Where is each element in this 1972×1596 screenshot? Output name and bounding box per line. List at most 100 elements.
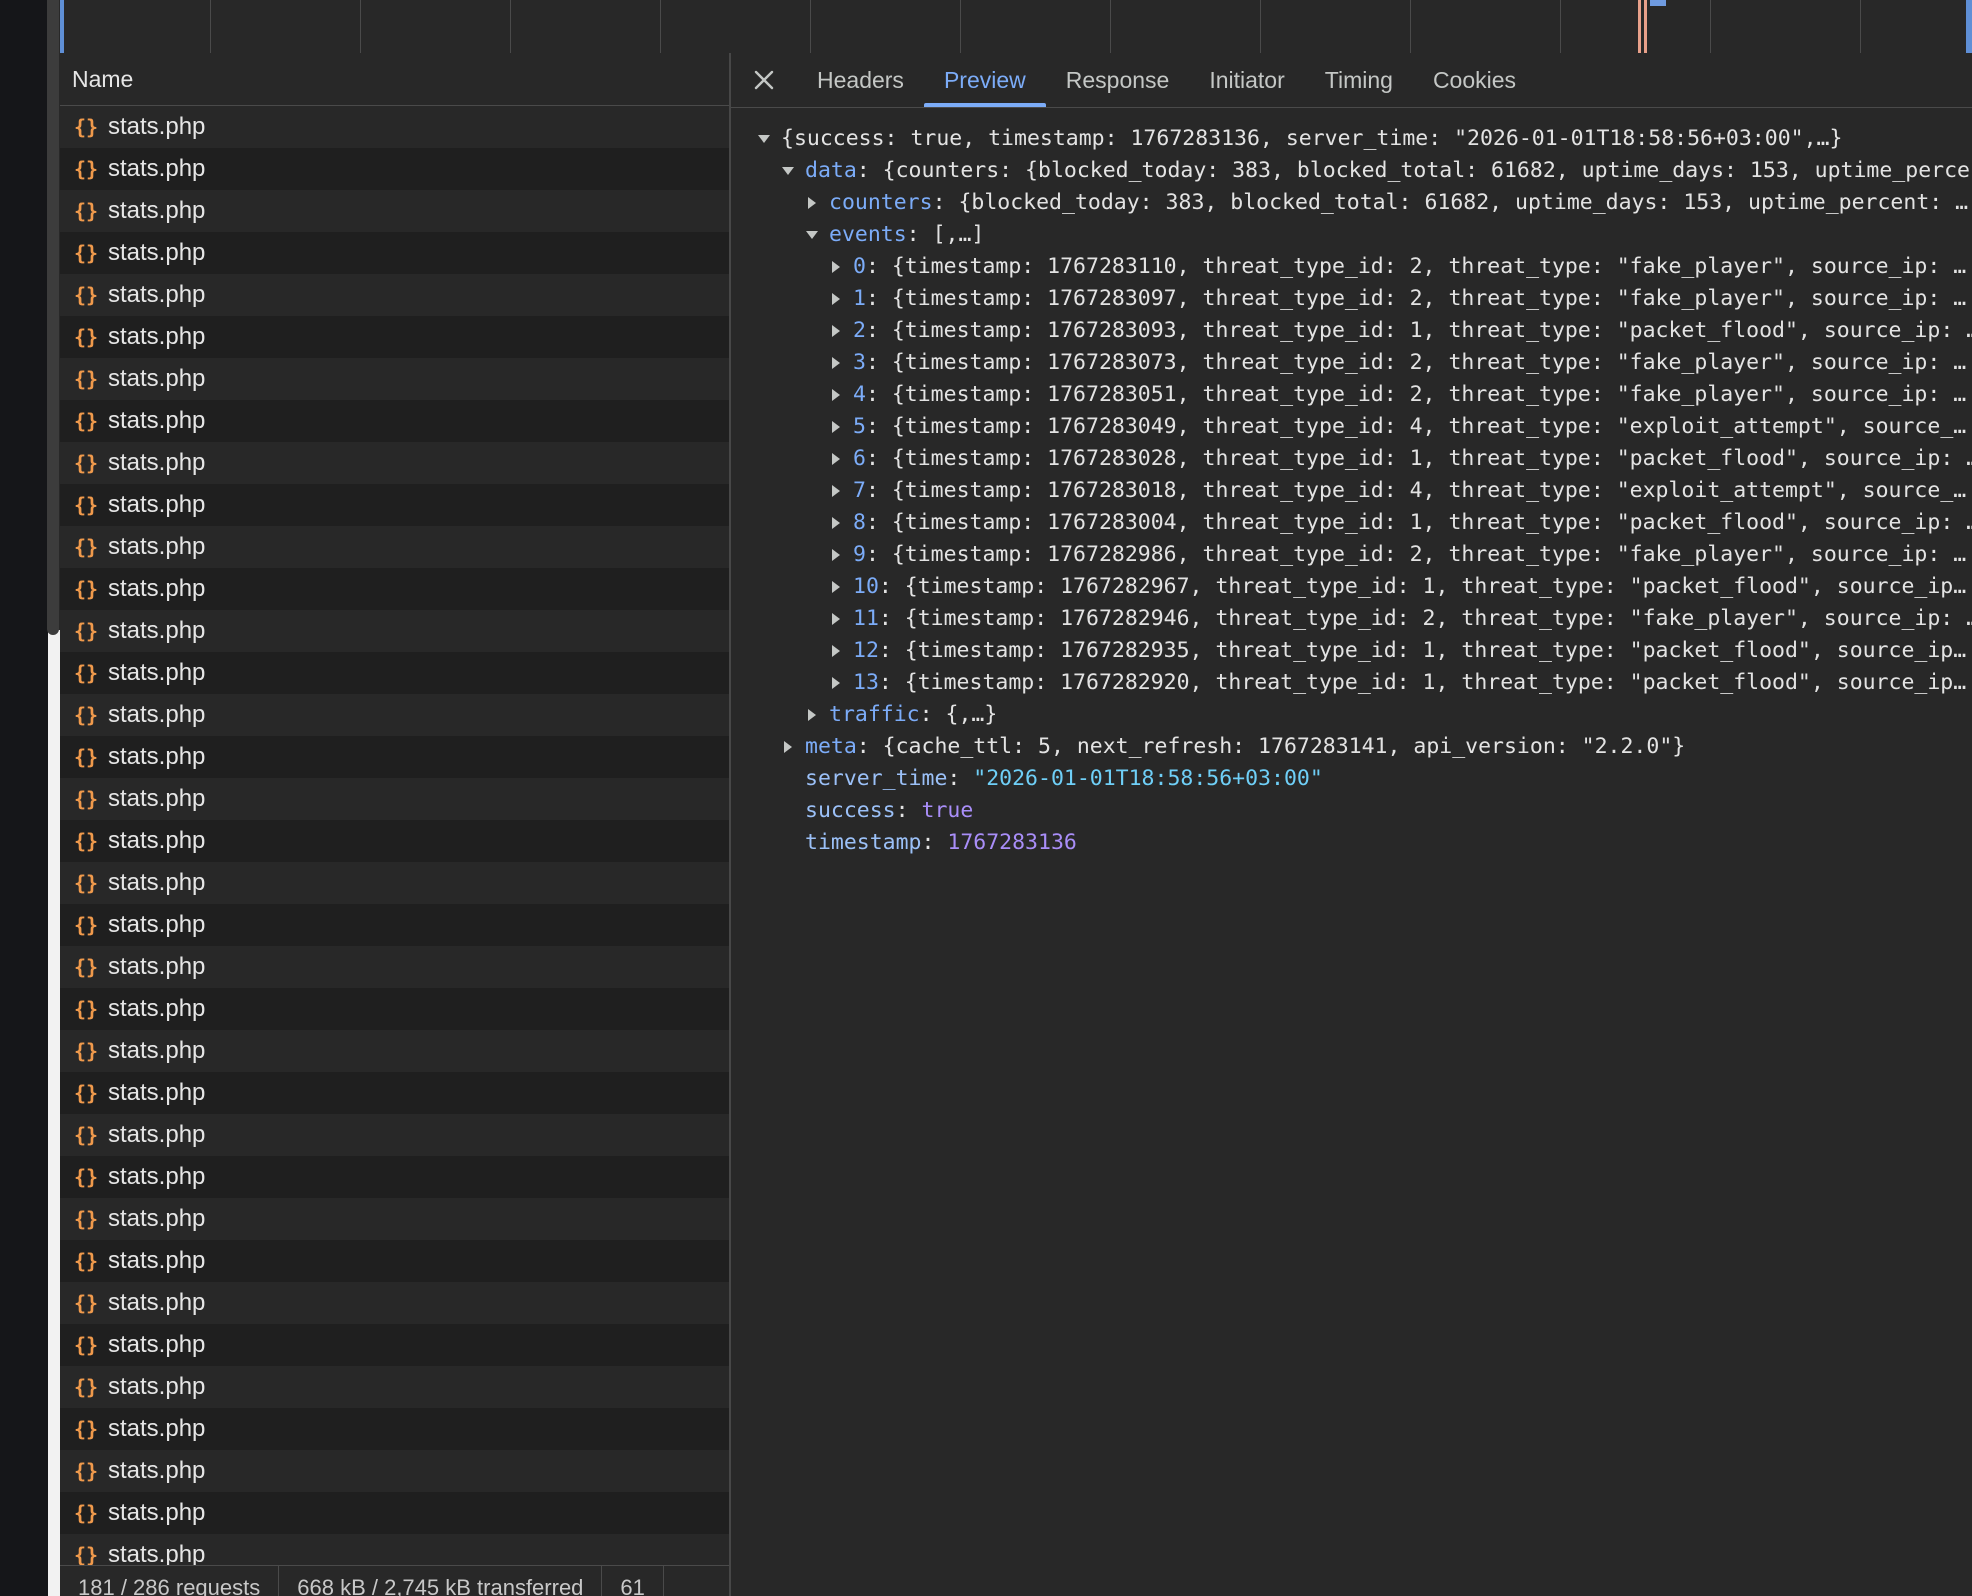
json-node-events[interactable]: events: [,…] [731, 219, 1972, 251]
json-node-traffic[interactable]: traffic: {,…} [731, 699, 1972, 731]
request-row[interactable]: {} stats.php [60, 1156, 729, 1198]
request-row[interactable]: {} stats.php [60, 316, 729, 358]
request-row[interactable]: {} stats.php [60, 736, 729, 778]
request-row[interactable]: {} stats.php [60, 988, 729, 1030]
json-node-event[interactable]: 9: {timestamp: 1767282986, threat_type_i… [731, 539, 1972, 571]
json-root-node[interactable]: {success: true, timestamp: 1767283136, s… [731, 123, 1972, 155]
timeline-grid-line [210, 0, 211, 53]
request-row[interactable]: {} stats.php [60, 358, 729, 400]
json-node-event[interactable]: 2: {timestamp: 1767283093, threat_type_i… [731, 315, 1972, 347]
json-node-event[interactable]: 10: {timestamp: 1767282967, threat_type_… [731, 571, 1972, 603]
request-row[interactable]: {} stats.php [60, 274, 729, 316]
tab-initiator[interactable]: Initiator [1189, 53, 1304, 107]
request-row[interactable]: {} stats.php [60, 190, 729, 232]
request-row[interactable]: {} stats.php [60, 442, 729, 484]
json-node-event[interactable]: 4: {timestamp: 1767283051, threat_type_i… [731, 379, 1972, 411]
expand-triangle-right-icon[interactable] [829, 356, 843, 370]
json-braces-icon: {} [73, 619, 99, 643]
name-column-header[interactable]: Name [60, 53, 729, 106]
tab-headers[interactable]: Headers [797, 53, 924, 107]
json-leaf-timestamp[interactable]: timestamp: 1767283136 [731, 827, 1972, 859]
request-row[interactable]: {} stats.php [60, 1450, 729, 1492]
tab-response[interactable]: Response [1046, 53, 1190, 107]
json-node-event[interactable]: 1: {timestamp: 1767283097, threat_type_i… [731, 283, 1972, 315]
request-name: stats.php [108, 869, 206, 896]
tab-cookies[interactable]: Cookies [1413, 53, 1536, 107]
request-row[interactable]: {} stats.php [60, 904, 729, 946]
expand-triangle-right-icon[interactable] [829, 260, 843, 274]
request-row[interactable]: {} stats.php [60, 400, 729, 442]
expand-triangle-right-icon[interactable] [781, 740, 795, 754]
expand-triangle-down-icon[interactable] [757, 132, 771, 146]
json-node-meta[interactable]: meta: {cache_ttl: 5, next_refresh: 17672… [731, 731, 1972, 763]
expand-triangle-right-icon[interactable] [829, 324, 843, 338]
expand-triangle-right-icon[interactable] [829, 484, 843, 498]
request-row[interactable]: {} stats.php [60, 568, 729, 610]
request-row[interactable]: {} stats.php [60, 1198, 729, 1240]
request-name: stats.php [108, 155, 206, 182]
json-node-event[interactable]: 0: {timestamp: 1767283110, threat_type_i… [731, 251, 1972, 283]
expand-triangle-right-icon[interactable] [829, 420, 843, 434]
request-row[interactable]: {} stats.php [60, 862, 729, 904]
request-name: stats.php [108, 1289, 206, 1316]
close-icon[interactable] [731, 53, 797, 107]
request-row[interactable]: {} stats.php [60, 1366, 729, 1408]
request-row[interactable]: {} stats.php [60, 820, 729, 862]
expand-triangle-right-icon[interactable] [829, 516, 843, 530]
left-scrollbar-thumb[interactable] [47, 0, 59, 635]
json-node-event[interactable]: 11: {timestamp: 1767282946, threat_type_… [731, 603, 1972, 635]
request-row[interactable]: {} stats.php [60, 1030, 729, 1072]
json-node-event[interactable]: 8: {timestamp: 1767283004, threat_type_i… [731, 507, 1972, 539]
json-summary: {timestamp: 1767283110, threat_type_id: … [891, 254, 1967, 279]
expand-triangle-right-icon[interactable] [829, 452, 843, 466]
expand-triangle-right-icon[interactable] [829, 388, 843, 402]
json-node-event[interactable]: 13: {timestamp: 1767282920, threat_type_… [731, 667, 1972, 699]
expand-triangle-right-icon[interactable] [829, 612, 843, 626]
request-row[interactable]: {} stats.php [60, 526, 729, 568]
json-key: server_time [805, 766, 948, 791]
json-leaf-server-time[interactable]: server_time: "2026-01-01T18:58:56+03:00" [731, 763, 1972, 795]
request-row[interactable]: {} stats.php [60, 1240, 729, 1282]
json-node-event[interactable]: 5: {timestamp: 1767283049, threat_type_i… [731, 411, 1972, 443]
expand-triangle-right-icon[interactable] [805, 196, 819, 210]
request-row[interactable]: {} stats.php [60, 1282, 729, 1324]
json-node-event[interactable]: 12: {timestamp: 1767282935, threat_type_… [731, 635, 1972, 667]
request-row[interactable]: {} stats.php [60, 1408, 729, 1450]
expand-triangle-down-icon[interactable] [781, 164, 795, 178]
expand-triangle-right-icon[interactable] [829, 580, 843, 594]
expand-triangle-right-icon[interactable] [829, 644, 843, 658]
expand-triangle-right-icon[interactable] [829, 676, 843, 690]
request-row[interactable]: {} stats.php [60, 232, 729, 274]
expand-triangle-right-icon[interactable] [829, 548, 843, 562]
json-node-event[interactable]: 3: {timestamp: 1767283073, threat_type_i… [731, 347, 1972, 379]
json-node-data[interactable]: data: {counters: {blocked_today: 383, bl… [731, 155, 1972, 187]
request-row[interactable]: {} stats.php [60, 1492, 729, 1534]
request-row[interactable]: {} stats.php [60, 694, 729, 736]
json-leaf-success[interactable]: success: true [731, 795, 1972, 827]
expand-triangle-right-icon[interactable] [829, 292, 843, 306]
json-key: events [829, 222, 907, 247]
request-row[interactable]: {} stats.php [60, 148, 729, 190]
json-key: success [805, 798, 896, 823]
request-name: stats.php [108, 281, 206, 308]
network-timeline-overview[interactable] [60, 0, 1972, 54]
request-row[interactable]: {} stats.php [60, 610, 729, 652]
tab-timing[interactable]: Timing [1305, 53, 1413, 107]
json-node-counters[interactable]: counters: {blocked_today: 383, blocked_t… [731, 187, 1972, 219]
request-row[interactable]: {} stats.php [60, 652, 729, 694]
request-name: stats.php [108, 701, 206, 728]
request-row[interactable]: {} stats.php [60, 1324, 729, 1366]
json-node-event[interactable]: 7: {timestamp: 1767283018, threat_type_i… [731, 475, 1972, 507]
request-row[interactable]: {} stats.php [60, 484, 729, 526]
request-row[interactable]: {} stats.php [60, 1072, 729, 1114]
request-row[interactable]: {} stats.php [60, 1114, 729, 1156]
expand-triangle-down-icon[interactable] [805, 228, 819, 242]
timeline-grid-line [1560, 0, 1561, 53]
expand-triangle-right-icon[interactable] [805, 708, 819, 722]
request-row[interactable]: {} stats.php [60, 778, 729, 820]
json-braces-icon: {} [73, 535, 99, 559]
request-row[interactable]: {} stats.php [60, 106, 729, 148]
json-node-event[interactable]: 6: {timestamp: 1767283028, threat_type_i… [731, 443, 1972, 475]
request-row[interactable]: {} stats.php [60, 946, 729, 988]
tab-preview[interactable]: Preview [923, 53, 1046, 107]
